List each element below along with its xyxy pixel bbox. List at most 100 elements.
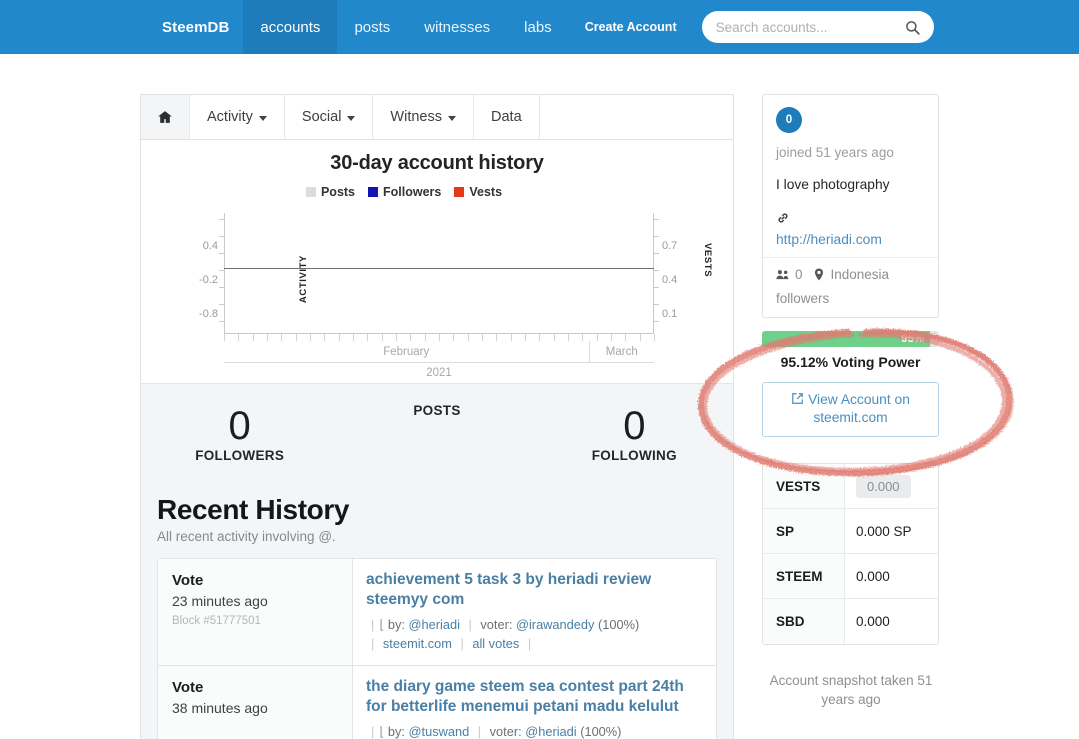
history-action: Vote (172, 679, 204, 696)
chart-plot-wrapper: ACTIVITY VESTS 0.4 -0.2 -0.8 0.7 0.4 0.1 (141, 207, 733, 379)
legend-label-vests: Vests (469, 185, 503, 199)
location-group: Indonesia (812, 267, 889, 282)
stat-posts: POSTS (338, 403, 535, 464)
chevron-down-icon (258, 115, 267, 121)
y2-axis-title: VESTS (702, 243, 713, 278)
history-post-meta: | ⌊ by: @heriadi | voter: @irawandedy (10… (371, 617, 640, 651)
nav-item-witnesses[interactable]: witnesses (407, 0, 507, 54)
history-author-link[interactable]: @tuswand (409, 724, 470, 739)
history-voter-link[interactable]: @heriadi (525, 724, 576, 739)
chart-x-axis: February March 2021 (224, 333, 655, 384)
balance-value-sbd: 0.000 (856, 614, 890, 629)
history-row[interactable]: Vote 38 minutes ago the diary game steem… (157, 665, 717, 739)
balance-key-sbd: SBD (763, 599, 845, 644)
legend-item-vests[interactable]: Vests (454, 185, 502, 199)
voting-power-percent-badge: 95% (901, 333, 925, 345)
profile-card-body: 0 joined 51 years ago I love photography… (763, 95, 938, 257)
legend-item-posts[interactable]: Posts (305, 185, 356, 199)
history-action: Vote (172, 572, 204, 589)
history-steemit-link[interactable]: steemit.com (383, 636, 452, 651)
followers-label: followers (776, 291, 830, 306)
nav-item-accounts[interactable]: accounts (243, 0, 338, 54)
stat-followers: 0 FOLLOWERS (141, 404, 338, 463)
tab-data[interactable]: Data (474, 95, 540, 139)
history-time: 23 minutes ago (172, 593, 268, 609)
history-author-link[interactable]: @heriadi (409, 617, 460, 632)
search-input[interactable] (715, 19, 905, 35)
x-month-march: March (605, 346, 638, 358)
table-row: SP 0.000 SP (763, 509, 938, 554)
chart-plot-area (219, 213, 659, 333)
balances-table: VESTS 0.000 SP 0.000 SP STEEM 0.000 SBD … (762, 463, 939, 645)
website-link[interactable]: http://heriadi.com (776, 232, 925, 247)
website-row: http://heriadi.com (776, 211, 925, 247)
history-time: 38 minutes ago (172, 700, 268, 716)
tab-data-label: Data (491, 109, 522, 125)
nav-item-create-account[interactable]: Create Account (569, 0, 693, 54)
history-row-meta: Vote 38 minutes ago (158, 666, 353, 739)
chevron-down-icon (347, 115, 356, 121)
followers-label-wrap: followers (776, 291, 829, 306)
stat-posts-label: POSTS (413, 402, 461, 418)
account-history-chart: 30-day account history Posts Followers V… (141, 140, 733, 383)
legend-swatch-followers (368, 187, 379, 197)
voting-power-bar: 95% (762, 331, 939, 347)
legend-label-followers: Followers (383, 185, 442, 199)
chart-legend: Posts Followers Vests (141, 185, 733, 199)
tab-social-label: Social (301, 109, 342, 125)
history-allvotes-link[interactable]: all votes (472, 636, 519, 651)
search-box[interactable] (701, 11, 934, 43)
y2-tick-2: 0.1 (662, 308, 678, 320)
table-row: SBD 0.000 (763, 599, 938, 644)
brand-link[interactable]: SteemDB (148, 0, 243, 54)
table-row: VESTS 0.000 (763, 464, 938, 509)
users-icon (776, 270, 789, 280)
account-stats-strip: 0 FOLLOWERS POSTS 0 FOLLOWING (141, 383, 733, 482)
legend-swatch-posts (305, 187, 316, 197)
stat-following-value: 0 (623, 403, 646, 448)
view-account-button[interactable]: View Account on steemit.com (762, 382, 939, 437)
y-tick-0: 0.4 (202, 240, 218, 252)
x-axis-year: 2021 (426, 367, 452, 379)
legend-label-posts: Posts (320, 185, 356, 199)
y-tick-2: -0.8 (199, 308, 218, 320)
profile-card: 0 joined 51 years ago I love photography… (762, 94, 939, 318)
history-post-title[interactable]: the diary game steem sea contest part 24… (366, 677, 703, 717)
chart-zero-series-line (224, 268, 654, 269)
history-voter-label: voter: (489, 724, 522, 739)
history-post-title[interactable]: achievement 5 task 3 by heriadi review s… (366, 570, 703, 610)
tab-witness[interactable]: Witness (373, 95, 474, 139)
top-navbar: SteemDB accounts posts witnesses labs Cr… (0, 0, 1079, 54)
history-voter-label: voter: (480, 617, 513, 632)
history-voter-link[interactable]: @irawandedy (516, 617, 594, 632)
y-axis-spine (224, 213, 225, 333)
history-row[interactable]: Vote 23 minutes ago Block #51777501 achi… (157, 558, 717, 665)
voting-power-section: 95% 95.12% Voting Power View Account on … (762, 331, 939, 437)
y2-axis-spine (653, 213, 654, 333)
tab-social[interactable]: Social (285, 95, 374, 139)
main-content-panel: Activity Social Witness Data 30-day acco… (140, 94, 734, 739)
history-vote-weight: (100%) (597, 617, 640, 632)
nav-left-spacer (0, 0, 148, 54)
stat-following-label: FOLLOWING (591, 447, 677, 463)
chevron-down-icon (448, 115, 456, 121)
x-axis-month-row: February March (224, 341, 654, 363)
reputation-badge: 0 (776, 107, 802, 133)
stat-following: 0 FOLLOWING (536, 404, 733, 463)
balance-value-vests-pill: 0.000 (856, 474, 911, 498)
tab-activity[interactable]: Activity (190, 95, 285, 139)
legend-swatch-vests (454, 187, 465, 197)
balance-value-vests: 0.000 (845, 464, 938, 508)
search-icon[interactable] (905, 20, 920, 35)
tab-home[interactable] (141, 95, 190, 139)
balance-key-vests: VESTS (763, 464, 845, 508)
nav-item-posts[interactable]: posts (337, 0, 407, 54)
balance-value-steem: 0.000 (856, 568, 890, 584)
followers-group: 0 (776, 267, 803, 282)
history-list: Vote 23 minutes ago Block #51777501 achi… (157, 558, 717, 739)
nav-item-labs[interactable]: labs (507, 0, 569, 54)
stat-followers-value: 0 (228, 403, 251, 448)
location-pin-icon (814, 268, 823, 281)
chart-title: 30-day account history (330, 152, 544, 174)
legend-item-followers[interactable]: Followers (368, 185, 441, 199)
